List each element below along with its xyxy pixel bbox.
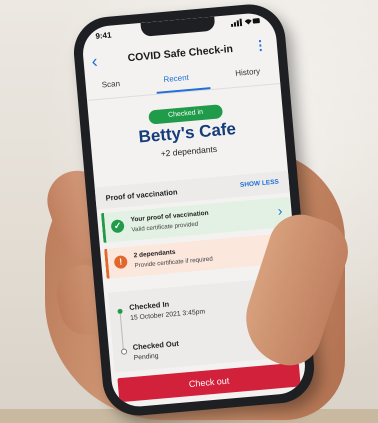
- checked-out-status: Pending: [133, 352, 159, 362]
- check-circle-icon: ✓: [110, 219, 125, 234]
- card-title: 2 dependants: [133, 248, 176, 260]
- active-tab-indicator: [156, 87, 211, 94]
- tab-recent[interactable]: Recent: [163, 73, 189, 84]
- chevron-right-icon: ›: [277, 202, 284, 219]
- checked-out-title: Checked Out: [132, 338, 180, 352]
- tab-history[interactable]: History: [235, 67, 261, 78]
- checked-in-title: Checked In: [128, 299, 170, 312]
- status-time: 9:41: [95, 30, 112, 41]
- section-title: Proof of vaccination: [105, 187, 178, 203]
- show-less-link[interactable]: SHOW LESS: [240, 179, 279, 189]
- tab-scan[interactable]: Scan: [101, 79, 120, 90]
- more-vertical-icon[interactable]: ⋮: [253, 37, 267, 54]
- timeline-dot-checked-out: [120, 348, 128, 355]
- status-icons: [230, 16, 262, 29]
- exclamation-circle-icon: !: [113, 255, 128, 270]
- timeline-line: [119, 313, 124, 350]
